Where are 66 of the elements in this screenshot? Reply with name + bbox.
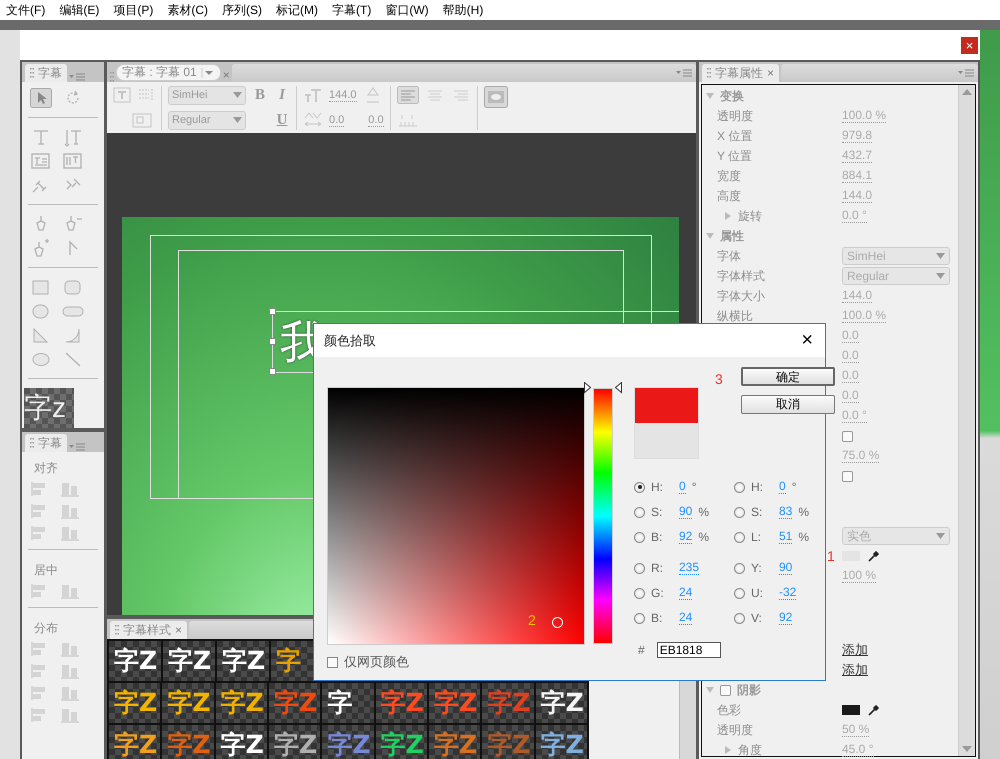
field-label: S: [651,505,664,519]
field-label: B: [651,611,664,625]
style-swatch-text: 字Z [274,730,318,759]
section-label: 对齐 [33,460,59,477]
style-swatch-text: 字 [276,646,301,675]
annotation-number: 1 [827,548,835,564]
style-swatch-text: 字Z [222,646,266,675]
section-title: 阴影 [737,682,761,698]
property-label: 纵横比 [717,308,753,324]
section-label: 居中 [33,562,59,579]
unit-label: % [698,505,710,519]
unit-label: % [798,530,810,544]
property-label: 旋转 [738,208,762,224]
section-label: 分布 [33,620,59,637]
style-swatch-text: 字Z [540,730,584,759]
style-swatch-text: 字Z [434,730,478,759]
style-swatch-text: 字Z [220,730,264,759]
style-swatch-text: 字Z [167,730,210,759]
property-label: 色彩 [717,702,741,718]
annotation-number: 2 [528,612,536,628]
style-preview: 字z [24,388,74,428]
hex-label: # [638,643,645,657]
annotation-number: 3 [715,371,723,389]
unit-label: ° [692,480,696,494]
style-swatch-text: 字Z [220,688,264,717]
property-label: 透明度 [717,108,753,124]
property-label: 字体大小 [717,288,765,304]
property-label: 透明度 [717,722,753,738]
style-swatch-text: 字Z [167,688,210,717]
property-label: Y 位置 [717,148,752,164]
checkbox-label: 仅网页颜色 [344,653,409,671]
property-label: 角度 [738,742,762,758]
field-label: H: [651,480,664,494]
field-label: B: [651,530,664,544]
dialog-title: 颜色拾取 [324,332,376,350]
property-label: 字体样式 [717,268,765,284]
section-title: 变换 [720,88,744,104]
field-label: Y: [751,561,763,575]
section-title: 属性 [720,228,744,244]
style-swatch-text: 字Z [168,646,212,675]
unit-label: % [798,505,810,519]
style-swatch-text: 字Z [380,730,424,759]
style-swatch-text: 字Z [114,646,158,675]
property-label: 字体 [717,248,741,264]
style-swatch-text: 字Z [540,688,584,717]
unit-label: % [698,530,710,544]
field-label: G: [651,586,665,600]
style-swatch-text: 字Z [114,730,158,759]
field-label: L: [751,530,762,544]
property-label: X 位置 [717,128,752,144]
field-label: S: [751,505,764,519]
style-swatch-text: 字Z [380,688,424,717]
field-label: H: [751,480,764,494]
unit-label: ° [792,480,796,494]
style-swatch-text: 字Z [274,688,318,717]
style-swatch-text: 字Z [114,688,158,717]
style-swatch-text: 字Z [487,688,530,717]
field-label: V: [751,611,763,625]
style-swatch-text: 字 [327,688,352,717]
property-label: 宽度 [717,168,741,184]
style-swatch-text: 字Z [327,730,370,759]
property-label: 高度 [717,188,741,204]
style-swatch-text: 字Z [434,688,478,717]
field-label: U: [751,586,764,600]
field-label: R: [651,561,664,575]
style-swatch-text: 字Z [487,730,530,759]
